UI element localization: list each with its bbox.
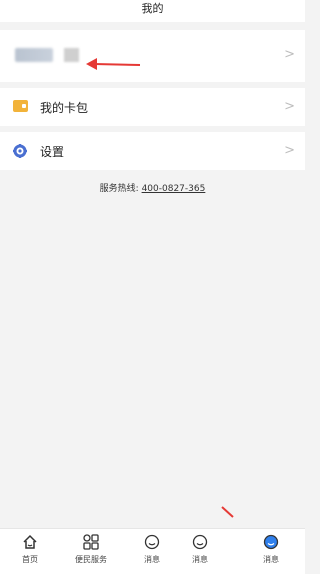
gear-icon <box>13 144 27 158</box>
tab-label: 便民服务 <box>75 555 107 564</box>
page-header: 我的 <box>0 0 305 22</box>
smile-icon <box>144 534 160 550</box>
tab-messages[interactable]: 消息 <box>127 534 177 565</box>
chevron-right-icon: > <box>284 47 295 62</box>
smile-icon <box>263 534 279 550</box>
menu-item-label: 设置 <box>40 145 65 159</box>
annotation-arrow-icon <box>86 58 141 70</box>
menu-item-label: 我的卡包 <box>40 101 89 115</box>
hotline-number-link[interactable]: 400-0827-365 <box>142 184 206 194</box>
tab-messages-active[interactable]: 消息 <box>246 534 296 565</box>
tab-services[interactable]: 便民服务 <box>66 534 116 565</box>
avatar-blurred <box>15 48 53 62</box>
tab-label: 消息 <box>192 555 208 564</box>
grid-icon <box>83 534 99 550</box>
bottom-tab-bar: 首页 便民服务 消息 消息 消息 <box>0 528 305 574</box>
username-blurred <box>64 48 79 62</box>
service-hotline: 服务热线: 400-0827-365 <box>0 181 305 194</box>
tab-label: 消息 <box>144 555 160 564</box>
tab-messages-2[interactable]: 消息 <box>175 534 225 565</box>
annotation-mark-icon <box>221 506 234 518</box>
my-page: 我的 > 我的卡包 > 设置 > 服务热线: 400-0827-365 首页 便… <box>0 0 305 574</box>
page-title: 我的 <box>141 2 164 15</box>
profile-card[interactable]: > <box>0 30 305 82</box>
tab-label: 消息 <box>263 555 279 564</box>
menu-item-card-wallet[interactable]: 我的卡包 > <box>0 88 305 126</box>
chevron-right-icon: > <box>284 143 295 158</box>
home-icon <box>23 534 37 549</box>
tab-label: 首页 <box>22 555 38 564</box>
tab-home[interactable]: 首页 <box>5 534 55 565</box>
card-wallet-icon <box>13 100 28 112</box>
hotline-label: 服务热线: <box>99 184 139 194</box>
smile-icon <box>192 534 208 550</box>
menu-item-settings[interactable]: 设置 > <box>0 132 305 170</box>
chevron-right-icon: > <box>284 99 295 114</box>
